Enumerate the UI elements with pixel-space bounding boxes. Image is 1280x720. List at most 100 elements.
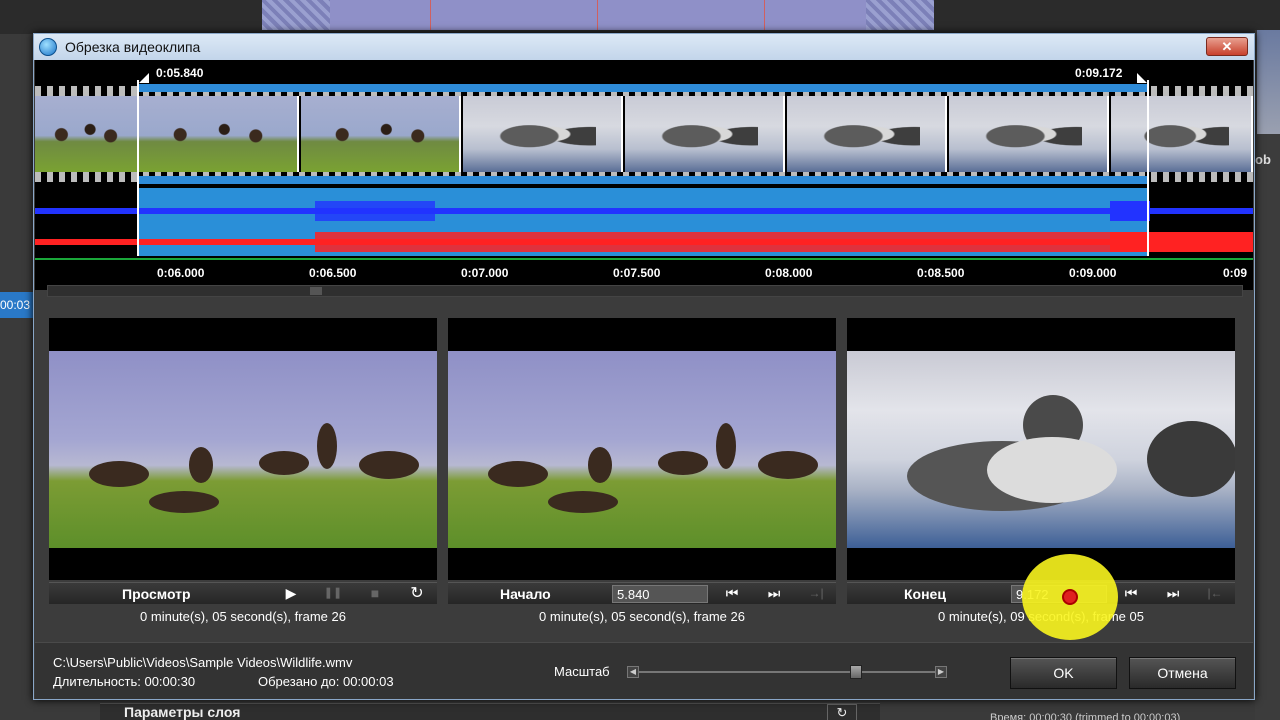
ruler-label: 0:08.000 — [765, 266, 813, 280]
zoom-track — [639, 671, 937, 673]
thumbnail-frame — [35, 96, 139, 172]
start-time-label: 0:05.840 — [156, 66, 204, 80]
waveform-peak — [1110, 201, 1150, 221]
cancel-button[interactable]: Отмена — [1129, 657, 1236, 689]
background-hatch-right — [866, 0, 934, 30]
end-marker[interactable] — [1137, 73, 1147, 83]
timeline-scrollbar[interactable] — [47, 285, 1243, 297]
skip-back-icon: ⏮ — [725, 585, 739, 601]
go-to-start-button[interactable]: ⏮ — [1113, 584, 1149, 603]
play-button[interactable]: ▶ — [273, 584, 309, 603]
bird-shape — [359, 451, 419, 479]
stop-button[interactable]: ■ — [357, 584, 393, 603]
bird-shape — [89, 461, 149, 487]
ruler-label: 0:06.000 — [157, 266, 205, 280]
preview-status: 0 minute(s), 05 second(s), frame 26 — [140, 609, 346, 624]
preview-controls: Просмотр ▶ ❚❚ ■ ↻ — [49, 582, 437, 604]
skip-forward-icon: ⏭ — [1166, 585, 1180, 601]
bird-shape — [588, 447, 612, 483]
filmstrip[interactable] — [35, 84, 1253, 184]
audio-waveform — [35, 188, 1253, 256]
selection-range — [139, 84, 1147, 184]
background-bottom-title: Параметры слоя — [124, 704, 241, 720]
go-to-end-button[interactable]: ⏭ — [756, 584, 792, 603]
duration-text: Длительность: 00:00:30 — [53, 674, 196, 689]
zoom-slider[interactable]: ◀ ▶ — [627, 665, 949, 679]
ruler-label: 0:08.500 — [917, 266, 965, 280]
video-letterbox — [448, 548, 836, 580]
bird-shape — [758, 451, 818, 479]
title-bar[interactable]: Обрезка видеоклипа ✕ — [34, 34, 1254, 60]
preview-video[interactable] — [49, 351, 437, 548]
preview-label: Просмотр — [122, 586, 191, 602]
start-frame-video — [448, 351, 836, 548]
bird-shape — [658, 451, 708, 475]
ok-button[interactable]: OK — [1010, 657, 1117, 689]
video-letterbox — [847, 318, 1235, 351]
waveform-peak — [1110, 232, 1253, 252]
go-to-start-button[interactable]: ⏮ — [714, 584, 750, 603]
ruler-label: 0:07.500 — [613, 266, 661, 280]
background-clip — [262, 0, 934, 30]
background-video-thumb — [1257, 30, 1280, 134]
zoom-label: Масштаб — [554, 664, 610, 679]
ruler-label: 0:07.000 — [461, 266, 509, 280]
pause-button[interactable]: ❚❚ — [315, 584, 351, 603]
video-letterbox — [448, 318, 836, 351]
set-end-button[interactable]: |← — [1197, 584, 1233, 603]
dialog-footer: C:\Users\Public\Videos\Sample Videos\Wil… — [35, 642, 1253, 699]
zoom-in-button[interactable]: ▶ — [935, 666, 947, 678]
loop-button[interactable]: ↻ — [399, 584, 435, 603]
zoom-knob[interactable] — [850, 665, 863, 679]
set-out-icon: |← — [1207, 586, 1223, 600]
background-timeline-strip — [0, 0, 1280, 34]
waveform-peak — [315, 201, 435, 221]
start-time-input[interactable] — [612, 585, 708, 603]
background-time-info: Время: 00:00:30 (trimmed to 00:00:03) — [990, 712, 1181, 720]
chevron-right-icon: ▶ — [937, 667, 945, 676]
file-path: C:\Users\Public\Videos\Sample Videos\Wil… — [53, 655, 353, 670]
seal-shape — [1147, 421, 1235, 497]
start-controls: Начало ⏮ ⏭ →| — [448, 582, 836, 604]
zoom-out-button[interactable]: ◀ — [627, 666, 639, 678]
background-left-time: 00:03 — [0, 292, 34, 318]
mouse-cursor-icon — [1062, 589, 1078, 605]
waveform-channel-left — [35, 208, 1253, 214]
scrollbar-thumb[interactable] — [310, 287, 322, 295]
trimmed-text: Обрезано до: 00:00:03 — [258, 674, 394, 689]
go-to-end-button[interactable]: ⏭ — [1155, 584, 1191, 603]
end-frame-video — [847, 351, 1235, 548]
trim-timeline[interactable]: 0:05.840 0:09.172 0:06.000 0:06.500 0:07… — [35, 60, 1253, 290]
bird-shape — [716, 423, 736, 469]
start-line[interactable] — [137, 80, 139, 256]
skip-back-icon: ⏮ — [1124, 585, 1138, 601]
background-hatch-left — [262, 0, 330, 30]
video-letterbox — [49, 548, 437, 580]
ruler-label: 0:06.500 — [309, 266, 357, 280]
bird-shape — [548, 491, 618, 513]
background-right-panel: ob — [1255, 30, 1280, 720]
background-bottom-panel: Параметры слоя ↻ — [100, 703, 880, 720]
background-tick — [764, 0, 765, 30]
bird-shape — [189, 447, 213, 483]
start-marker[interactable] — [139, 73, 149, 83]
skip-forward-icon: ⏭ — [767, 585, 781, 601]
ruler-label: 0:09.000 — [1069, 266, 1117, 280]
background-reset-button[interactable]: ↻ — [827, 704, 857, 720]
waveform-peak — [315, 232, 1145, 252]
background-tick — [430, 0, 431, 30]
video-letterbox — [49, 318, 437, 351]
background-right-label: ob — [1255, 152, 1271, 167]
pause-icon: ❚❚ — [323, 587, 343, 599]
end-line[interactable] — [1147, 80, 1149, 256]
set-start-button[interactable]: →| — [798, 584, 834, 603]
close-icon: ✕ — [1221, 39, 1233, 54]
close-button[interactable]: ✕ — [1206, 37, 1248, 56]
chevron-left-icon: ◀ — [629, 667, 637, 676]
seal-shape — [987, 437, 1117, 503]
play-icon: ▶ — [285, 585, 297, 601]
end-time-label: 0:09.172 — [1075, 66, 1123, 80]
bird-shape — [259, 451, 309, 475]
start-panel: Начало ⏮ ⏭ →| 0 minute(s), 05 second(s),… — [448, 318, 836, 628]
bird-shape — [488, 461, 548, 487]
